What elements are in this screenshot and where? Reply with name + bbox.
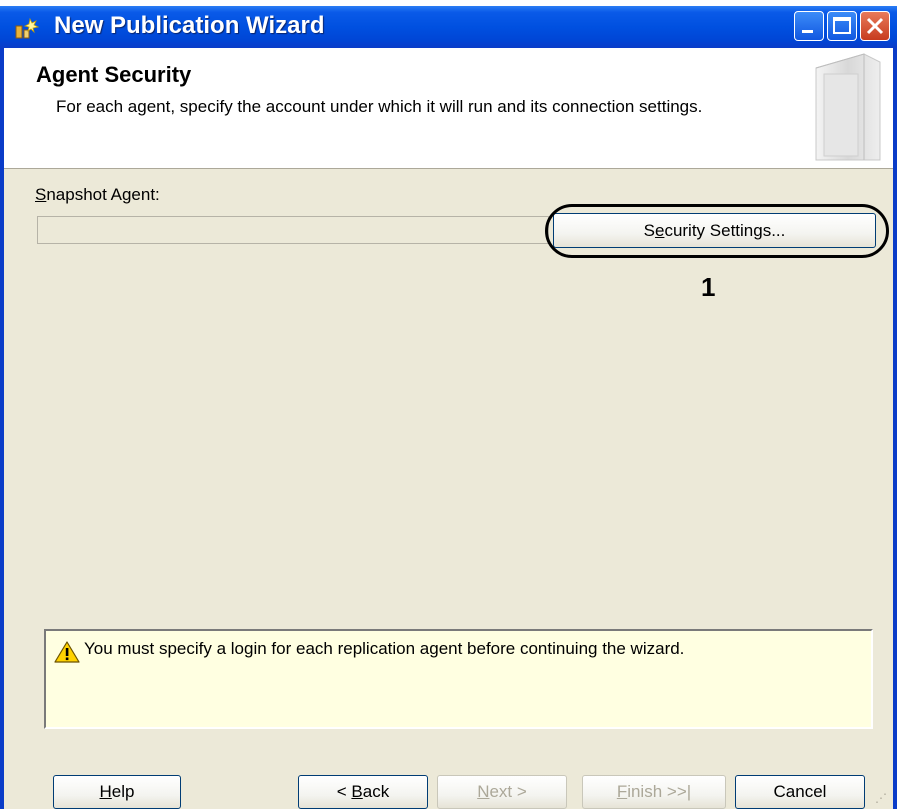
wizard-header-graphic bbox=[815, 53, 881, 161]
back-label-pre: < bbox=[336, 782, 352, 801]
maximize-icon bbox=[833, 17, 851, 34]
security-settings-label-pre: S bbox=[643, 221, 655, 240]
snapshot-agent-label: Snapshot Agent: bbox=[35, 185, 160, 205]
close-icon bbox=[866, 17, 884, 35]
callout-number: 1 bbox=[701, 272, 716, 302]
finish-label-text: inish >>| bbox=[627, 782, 692, 801]
security-settings-button[interactable]: Security Settings... bbox=[553, 213, 876, 248]
next-label-text: ext > bbox=[489, 782, 527, 801]
page-title: Agent Security bbox=[36, 62, 192, 87]
close-button[interactable] bbox=[860, 11, 890, 41]
page-description: For each agent, specify the account unde… bbox=[56, 97, 703, 116]
snapshot-agent-mnemonic: S bbox=[35, 185, 47, 204]
snapshot-agent-label-text: napshot Agent: bbox=[46, 185, 160, 204]
help-button[interactable]: Help bbox=[53, 775, 181, 809]
resize-grip-icon[interactable]: ⋰ bbox=[875, 791, 887, 805]
window-title: New Publication Wizard bbox=[54, 12, 325, 39]
cancel-button[interactable]: Cancel bbox=[735, 775, 865, 809]
maximize-button[interactable] bbox=[827, 11, 857, 41]
help-label-text: elp bbox=[111, 782, 135, 801]
wizard-app-icon bbox=[14, 16, 40, 40]
finish-button[interactable]: Finish >>| bbox=[582, 775, 726, 809]
minimize-button[interactable] bbox=[794, 11, 824, 41]
dialog-client-area: Agent Security For each agent, specify t… bbox=[4, 48, 893, 809]
back-mnemonic: B bbox=[351, 782, 363, 801]
security-settings-label-post: curity Settings... bbox=[664, 221, 786, 240]
next-mnemonic: N bbox=[477, 782, 490, 801]
back-label-post: ack bbox=[362, 782, 390, 801]
finish-mnemonic: F bbox=[616, 782, 628, 801]
help-mnemonic: H bbox=[99, 782, 112, 801]
message-panel: You must specify a login for each replic… bbox=[44, 629, 873, 729]
title-bar[interactable]: New Publication Wizard bbox=[0, 6, 897, 48]
wizard-window: New Publication Wizard Agent Security Fo… bbox=[0, 6, 897, 809]
minimize-icon bbox=[802, 30, 813, 33]
snapshot-agent-field bbox=[37, 216, 549, 244]
back-button[interactable]: < Back bbox=[298, 775, 428, 809]
wizard-header: Agent Security For each agent, specify t… bbox=[4, 48, 893, 169]
next-button[interactable]: Next > bbox=[437, 775, 567, 809]
warning-icon bbox=[54, 641, 80, 663]
message-text: You must specify a login for each replic… bbox=[84, 639, 685, 658]
